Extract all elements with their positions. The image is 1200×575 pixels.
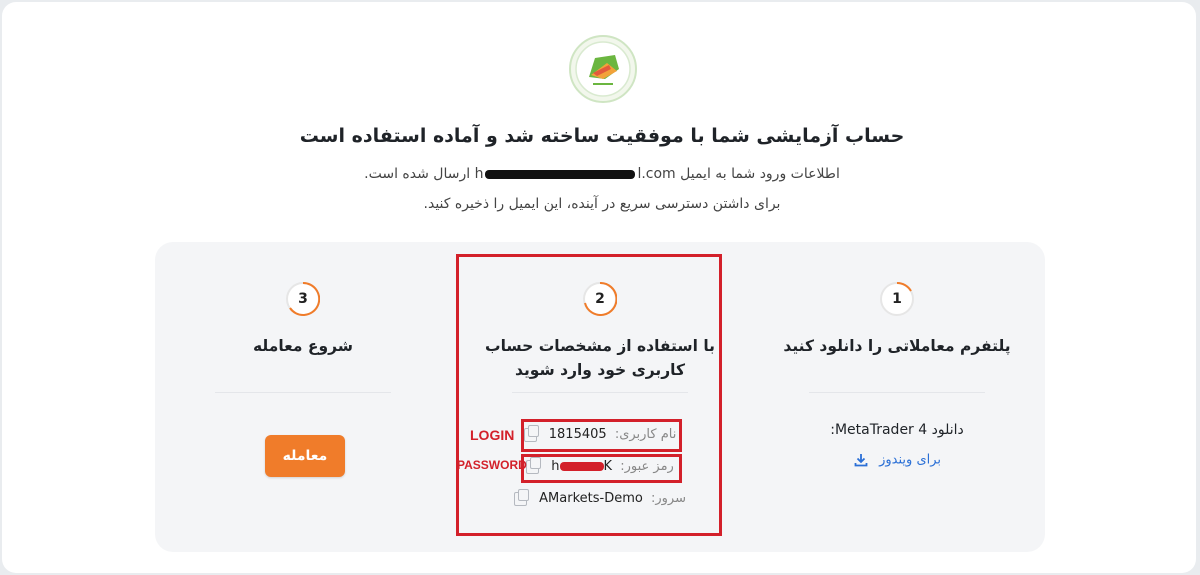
email-info-text: اطلاعات ورود شما به ایمیل h l.com ارسال ش… xyxy=(364,166,840,182)
step-start-trading: 3 شروع معامله معامله xyxy=(155,242,451,552)
save-email-hint: برای داشتن دسترسی سریع در آینده، این ایم… xyxy=(423,196,781,212)
brand-logo-icon xyxy=(569,35,637,103)
step-download-platform: 1 پلتفرم معاملاتی را دانلود کنید دانلود … xyxy=(749,242,1045,552)
divider xyxy=(809,392,985,393)
trade-button[interactable]: معامله xyxy=(265,435,345,477)
highlight-box-password xyxy=(521,454,682,483)
password-annotation: PASSWORD xyxy=(457,458,527,472)
highlight-box-step xyxy=(456,254,722,536)
login-annotation: LOGIN xyxy=(470,427,515,443)
divider xyxy=(215,392,391,393)
step-number-badge: 1 xyxy=(880,282,914,316)
email-address: h l.com xyxy=(474,166,676,182)
step-title: پلتفرم معاملاتی را دانلود کنید xyxy=(783,337,1011,355)
highlight-box-username xyxy=(521,419,682,452)
page-title: حساب آزمایشی شما با موفقیت ساخته شد و آم… xyxy=(299,125,905,147)
download-label: دانلود MetaTrader 4: xyxy=(830,422,964,438)
step-title: شروع معامله xyxy=(253,337,353,355)
download-icon xyxy=(854,454,868,467)
step-number-badge: 3 xyxy=(286,282,320,316)
download-windows-link[interactable]: برای ویندوز xyxy=(749,452,1045,468)
